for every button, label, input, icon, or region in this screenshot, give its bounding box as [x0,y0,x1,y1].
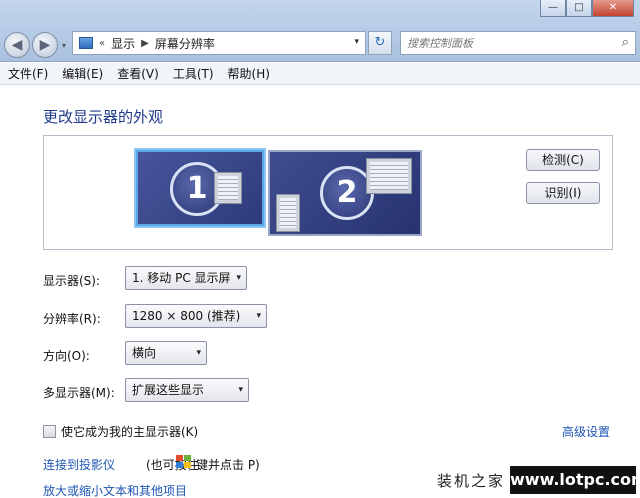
multiple-displays-label: 多显示器(M): [43,386,115,400]
resolution-select-value: 1280 × 800 (推荐) [132,309,241,323]
chevron-down-icon: ▾ [238,385,243,395]
address-bar[interactable]: « 显示 ▶ 屏幕分辨率 ▾ [72,31,366,55]
menu-help[interactable]: 帮助(H) [228,65,270,82]
chevron-down-icon: ▾ [196,348,201,358]
maximize-button[interactable]: □ [566,0,592,17]
window-thumbnail-icon [366,158,412,194]
menu-bar: 文件(F) 编辑(E) 查看(V) 工具(T) 帮助(H) [0,63,640,85]
monitor-1[interactable]: 1 [136,150,264,226]
breadcrumb-display[interactable]: 显示 [111,35,135,52]
orientation-select-value: 横向 [132,346,157,360]
search-input[interactable] [401,32,601,54]
breadcrumb-separator[interactable]: ▶ [141,38,149,49]
main-display-label[interactable]: 使它成为我的主显示器(K) [61,423,198,440]
multiple-displays-select-value: 扩展这些显示 [132,383,205,397]
identify-button[interactable]: 识别(I) [526,182,600,204]
menu-file[interactable]: 文件(F) [8,65,48,82]
multiple-displays-select[interactable]: 扩展这些显示 ▾ [125,378,249,402]
recent-pages-dropdown[interactable]: ▾ [62,41,66,50]
address-dropdown-icon[interactable]: ▾ [354,37,359,47]
display-label: 显示器(S): [43,274,101,288]
search-icon[interactable]: ⌕ [622,35,629,50]
close-button[interactable]: ✕ [592,0,634,17]
chevron-down-icon: ▾ [256,311,261,321]
projector-hint-text-2: 键并点击 P) [196,458,260,472]
window-controls: — □ ✕ [540,0,634,17]
monitor-arrangement-panel: 1 2 检测(C) 识别(I) [43,135,613,250]
watermark-text: 装机之家 [437,472,506,490]
breadcrumb-screen-resolution[interactable]: 屏幕分辨率 [155,35,215,52]
watermark-url: www.lotpc.com [510,466,640,494]
menu-tools[interactable]: 工具(T) [173,65,214,82]
orientation-select[interactable]: 横向 ▾ [125,341,207,365]
detect-button[interactable]: 检测(C) [526,149,600,171]
breadcrumb-overflow[interactable]: « [99,38,105,49]
minimize-button[interactable]: — [540,0,566,17]
title-bar: — □ ✕ ◀ ▶ ▾ « 显示 ▶ 屏幕分辨率 ▾ ↻ ⌕ [0,0,640,62]
chevron-down-icon: ▾ [236,273,241,283]
refresh-button[interactable]: ↻ [368,31,392,55]
menu-view[interactable]: 查看(V) [117,65,159,82]
text-size-link[interactable]: 放大或缩小文本和其他项目 [43,482,187,498]
display-select-value: 1. 移动 PC 显示屏 [132,271,231,285]
monitor-2[interactable]: 2 [268,150,422,236]
resolution-select[interactable]: 1280 × 800 (推荐) ▾ [125,304,267,328]
display-select[interactable]: 1. 移动 PC 显示屏 ▾ [125,266,247,290]
main-display-checkbox[interactable] [43,425,56,438]
page-title: 更改显示器的外观 [43,108,164,126]
windows-logo-icon [176,455,192,469]
connect-projector-link[interactable]: 连接到投影仪 [43,456,115,473]
orientation-label: 方向(O): [43,349,90,363]
search-box[interactable]: ⌕ [400,31,636,55]
window-thumbnail-icon [214,172,242,204]
forward-button[interactable]: ▶ [32,32,58,58]
advanced-settings-link[interactable]: 高级设置 [562,423,610,440]
window-thumbnail-icon [276,194,300,232]
control-panel-icon [79,37,93,49]
back-button[interactable]: ◀ [4,32,30,58]
menu-edit[interactable]: 编辑(E) [62,65,103,82]
resolution-label: 分辨率(R): [43,312,101,326]
